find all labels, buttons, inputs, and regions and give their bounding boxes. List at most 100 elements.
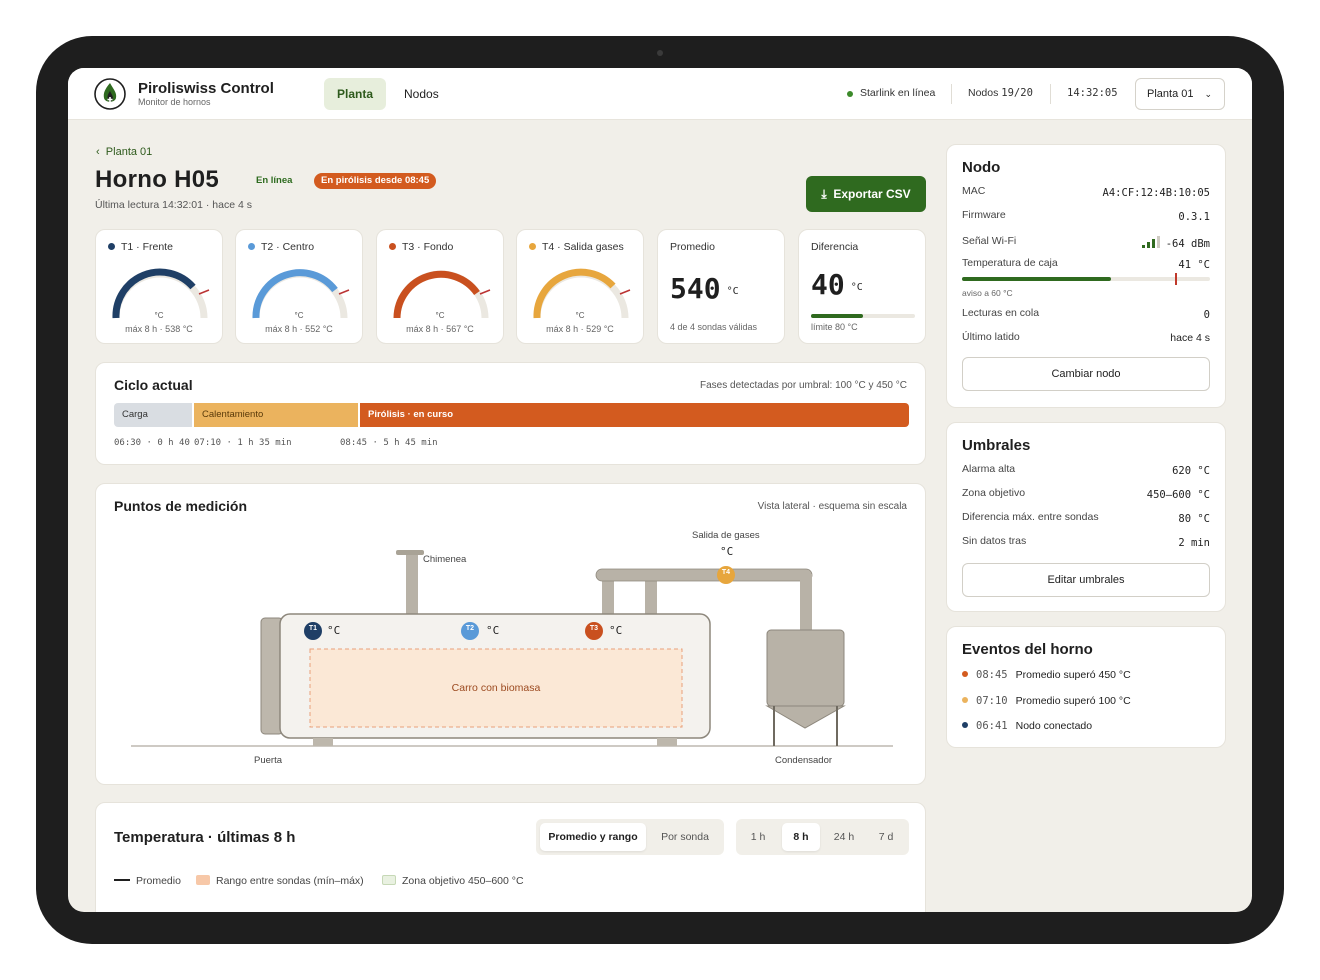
sensor-label: T2 · Centro bbox=[261, 241, 315, 253]
event-text: Promedio superó 100 °C bbox=[1015, 695, 1131, 707]
range-24h[interactable]: 24 h bbox=[824, 823, 864, 851]
mac-label: MAC bbox=[962, 185, 986, 197]
firmware-label: Firmware bbox=[962, 209, 1006, 221]
app-subtitle: Monitor de hornos bbox=[138, 97, 211, 107]
plant-select[interactable]: Planta 01 ⌄ bbox=[1135, 78, 1225, 110]
trend-range-toggle: 1 h 8 h 24 h 7 d bbox=[736, 819, 909, 855]
divider bbox=[1050, 84, 1051, 104]
heartbeat-label: Último latido bbox=[962, 331, 1020, 343]
threshold-label: Diferencia máx. entre sondas bbox=[962, 511, 1099, 523]
threshold-label: Sin datos tras bbox=[962, 535, 1027, 547]
threshold-value: 620 °C bbox=[1172, 465, 1210, 477]
signal-icon bbox=[1141, 236, 1160, 248]
top-bar: Piroliswiss Control Monitor de hornos Pl… bbox=[68, 68, 1252, 120]
average-unit: °C bbox=[726, 286, 739, 297]
event-item: 08:45 Promedio superó 450 °C bbox=[962, 669, 1131, 681]
difference-bar-track bbox=[811, 314, 915, 318]
chimney-label: Chimenea bbox=[423, 554, 467, 565]
event-text: Nodo conectado bbox=[1015, 720, 1093, 732]
nodes-value: 19/20 bbox=[1001, 87, 1033, 99]
firmware-value: 0.3.1 bbox=[1178, 211, 1210, 223]
average-card: Promedio 540 °C 4 de 4 sondas válidas bbox=[657, 229, 785, 344]
sensor-title: T2 · Centro bbox=[248, 241, 314, 253]
legend-line-swatch bbox=[114, 879, 130, 881]
threshold-value: 80 °C bbox=[1178, 513, 1210, 525]
legend-range-swatch bbox=[196, 875, 210, 885]
tablet-frame: Piroliswiss Control Monitor de hornos Pl… bbox=[36, 36, 1284, 944]
event-dot bbox=[962, 722, 968, 728]
sensor-card-t2: T2 · Centro °C máx 8 h · 552 °C bbox=[235, 229, 363, 344]
queue-label: Lecturas en cola bbox=[962, 307, 1040, 319]
legend-target-swatch bbox=[382, 875, 396, 885]
mode-por-sonda[interactable]: Por sonda bbox=[650, 823, 720, 851]
cycle-note: Fases detectadas por umbral: 100 °C y 45… bbox=[700, 380, 907, 391]
average-number: 540 bbox=[670, 272, 721, 305]
download-icon: ⤓ bbox=[821, 187, 827, 201]
box-temp-value: 41 °C bbox=[1178, 259, 1210, 271]
average-label: Promedio bbox=[670, 241, 715, 253]
chevron-left-icon: ‹ bbox=[96, 146, 100, 158]
camera-dot bbox=[657, 50, 663, 56]
difference-number: 40 bbox=[811, 268, 845, 301]
difference-card: Diferencia 40 °C límite 80 °C bbox=[798, 229, 926, 344]
wifi-label: Señal Wi-Fi bbox=[962, 235, 1017, 247]
cycle-title: Ciclo actual bbox=[114, 377, 193, 393]
difference-unit: °C bbox=[850, 282, 863, 293]
sensor-title: T3 · Fondo bbox=[389, 241, 453, 253]
phase-time-pirolisis: 08:45 · 5 h 45 min bbox=[340, 438, 438, 448]
difference-note: límite 80 °C bbox=[811, 322, 858, 332]
events-panel: Eventos del horno 08:45 Promedio superó 4… bbox=[946, 626, 1226, 748]
app-title: Piroliswiss Control bbox=[138, 80, 274, 97]
wifi-dbm: -64 dBm bbox=[1165, 238, 1210, 250]
export-csv-button[interactable]: ⤓ Exportar CSV bbox=[806, 176, 926, 212]
thresholds-panel: Umbrales Alarma alta 620 °C Zona objetiv… bbox=[946, 422, 1226, 612]
plant-select-value: Planta 01 bbox=[1147, 88, 1194, 100]
sensor-color-dot bbox=[529, 243, 536, 250]
probe-t3-label: T3 bbox=[589, 625, 599, 632]
event-item: 07:10 Promedio superó 100 °C bbox=[962, 695, 1131, 707]
sensor-color-dot bbox=[108, 243, 115, 250]
sensor-title: T1 · Frente bbox=[108, 241, 173, 253]
trend-title: Temperatura · últimas 8 h bbox=[114, 829, 296, 846]
range-1h[interactable]: 1 h bbox=[740, 823, 776, 851]
threshold-value: 450–600 °C bbox=[1146, 489, 1210, 501]
gauge-max: máx 8 h · 529 °C bbox=[546, 324, 614, 334]
threshold-label: Zona objetivo bbox=[962, 487, 1026, 499]
phase-carga: Carga bbox=[114, 403, 192, 427]
queue-value: 0 bbox=[1203, 309, 1210, 321]
box-temp-bar-track bbox=[962, 273, 1210, 285]
nodes-count: Nodos 19/20 bbox=[968, 87, 1033, 99]
tab-nodos[interactable]: Nodos bbox=[391, 78, 452, 110]
gauge-unit: °C bbox=[435, 311, 445, 320]
range-8h[interactable]: 8 h bbox=[782, 823, 820, 851]
breadcrumb-label: Planta 01 bbox=[105, 146, 153, 158]
gauge-unit: °C bbox=[575, 311, 585, 320]
probe-t2-label: T2 bbox=[465, 625, 475, 632]
starlink-status: Starlink en línea bbox=[860, 87, 936, 99]
node-panel: Nodo MAC A4:CF:12:4B:10:05 Firmware 0.3.… bbox=[946, 144, 1226, 408]
cycle-card: Ciclo actual Fases detectadas por umbral… bbox=[95, 362, 926, 465]
threshold-value: 2 min bbox=[1178, 537, 1210, 549]
starlink-status-dot bbox=[847, 91, 853, 97]
door-label: Puerta bbox=[254, 755, 282, 766]
gas-outlet-label: Salida de gases bbox=[692, 530, 760, 541]
gauge-unit: °C bbox=[154, 311, 164, 320]
tab-planta[interactable]: Planta bbox=[324, 78, 387, 110]
thresholds-title: Umbrales bbox=[962, 437, 1031, 454]
trend-mode-toggle: Promedio y rango Por sonda bbox=[536, 819, 724, 855]
change-node-button[interactable]: Cambiar nodo bbox=[962, 357, 1210, 391]
range-7d[interactable]: 7 d bbox=[868, 823, 904, 851]
breadcrumb-back[interactable]: ‹ Planta 01 bbox=[96, 146, 152, 158]
clock: 14:32:05 bbox=[1067, 87, 1118, 99]
edit-thresholds-button[interactable]: Editar umbrales bbox=[962, 563, 1210, 597]
event-time: 08:45 bbox=[976, 669, 1008, 681]
event-time: 07:10 bbox=[976, 695, 1008, 707]
sensor-color-dot bbox=[389, 243, 396, 250]
probe-t2-unit: °C bbox=[486, 624, 500, 637]
cart-label: Carro con biomasa bbox=[451, 682, 541, 694]
mode-promedio-rango[interactable]: Promedio y rango bbox=[540, 823, 646, 851]
legend-target: Zona objetivo 450–600 °C bbox=[382, 875, 524, 887]
divider bbox=[951, 84, 952, 104]
sensor-color-dot bbox=[248, 243, 255, 250]
box-temp-label: Temperatura de caja bbox=[962, 257, 1058, 269]
